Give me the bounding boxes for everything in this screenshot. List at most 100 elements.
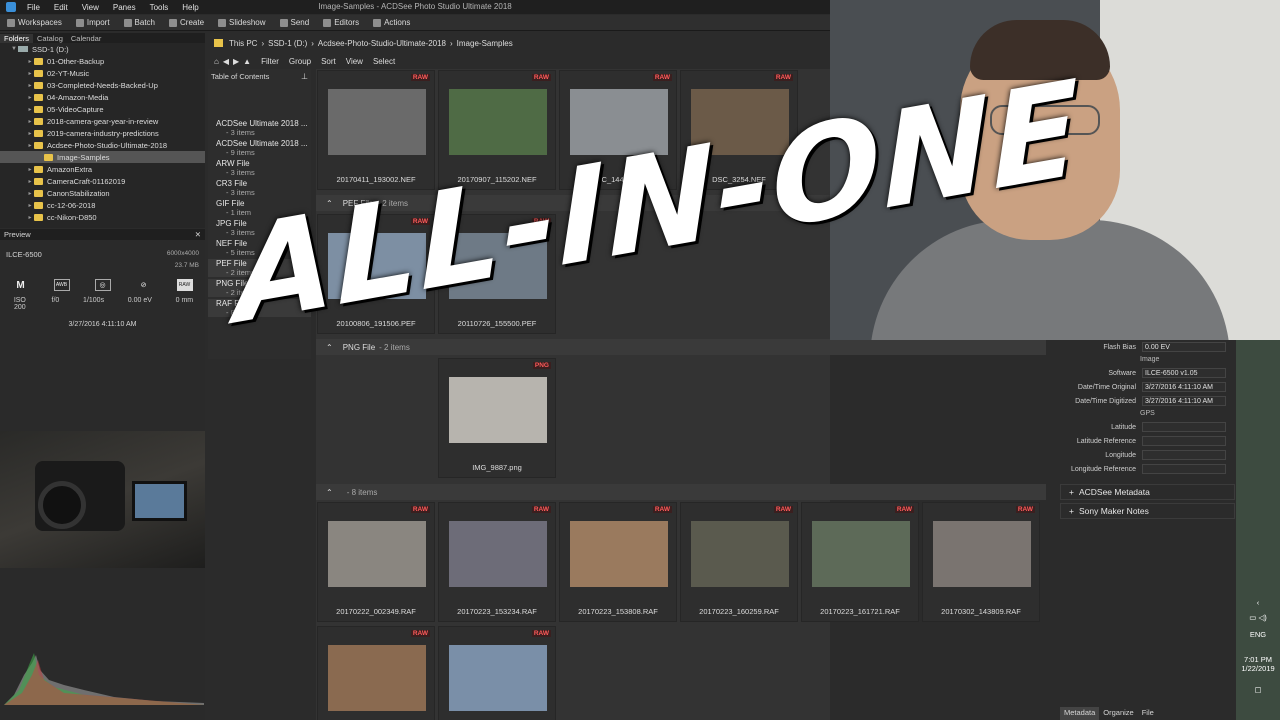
tab-catalog[interactable]: Catalog <box>33 34 67 43</box>
folder-tree-item[interactable]: ▸ 05-VideoCapture <box>0 103 205 115</box>
collapse-icon[interactable]: ⌃ <box>326 343 333 352</box>
thumbnail-image <box>570 521 668 587</box>
metadata-value-field[interactable]: 3/27/2016 4:11:10 AM <box>1142 382 1226 392</box>
group-menu[interactable]: Group <box>289 57 311 66</box>
group-header-png[interactable]: ⌃ PNG File - 2 items <box>316 339 1046 355</box>
metadata-label: Flash Bias <box>1103 343 1136 351</box>
tab-file[interactable]: File <box>1138 707 1158 720</box>
metadata-value-field[interactable]: 3/27/2016 4:11:10 AM <box>1142 396 1226 406</box>
thumbnail[interactable]: RAW <box>438 626 556 720</box>
breadcrumb-this-pc[interactable]: This PC <box>229 39 257 48</box>
expand-icon[interactable]: ▸ <box>26 82 34 89</box>
expand-icon[interactable]: ▸ <box>26 118 34 125</box>
editors-button[interactable]: Editors <box>316 18 366 27</box>
thumbnail[interactable]: RAW 20170223_153808.RAF <box>559 502 677 622</box>
thumbnail[interactable]: RAW 20170222_002349.RAF <box>317 502 435 622</box>
actions-button[interactable]: Actions <box>366 18 417 27</box>
breadcrumb-folder[interactable]: Acdsee-Photo-Studio-Ultimate-2018 <box>318 39 446 48</box>
expand-icon[interactable]: ▸ <box>26 58 34 65</box>
tab-calendar[interactable]: Calendar <box>67 34 105 43</box>
tab-organize[interactable]: Organize <box>1099 707 1137 720</box>
batch-button[interactable]: Batch <box>117 18 162 27</box>
thumbnail[interactable]: RAW <box>317 626 435 720</box>
expand-icon[interactable]: ▸ <box>26 94 34 101</box>
metadata-value-field[interactable] <box>1142 422 1226 432</box>
slideshow-button[interactable]: Slideshow <box>211 18 272 27</box>
breadcrumb-drive[interactable]: SSD-1 (D:) <box>268 39 307 48</box>
folder-tree-item[interactable]: ▸ 2018-camera-gear-year-in-review <box>0 115 205 127</box>
preview-dimensions: 6000x4000 <box>166 250 199 257</box>
breadcrumb-current[interactable]: Image-Samples <box>457 39 513 48</box>
folder-tree-item[interactable]: ▸ 02-YT-Music <box>0 67 205 79</box>
filter-menu[interactable]: Filter <box>261 57 279 66</box>
expand-icon[interactable]: ▸ <box>26 202 34 209</box>
folder-icon <box>34 141 43 149</box>
import-button[interactable]: Import <box>69 18 117 27</box>
notification-icon[interactable]: ▢ <box>1236 685 1280 694</box>
toc-item-name: CR3 File <box>216 179 248 188</box>
metadata-value-field[interactable] <box>1142 464 1226 474</box>
folder-tree-item[interactable]: ▸ cc-12-06-2018 <box>0 199 205 211</box>
folder-tree-item[interactable]: ▸ AmazonExtra <box>0 163 205 175</box>
expand-icon[interactable]: ▸ <box>26 130 34 137</box>
language-indicator[interactable]: ENG <box>1236 630 1280 639</box>
pin-icon[interactable]: ⊥ <box>301 72 308 81</box>
thumbnail[interactable]: RAW 20170223_160259.RAF <box>680 502 798 622</box>
back-icon[interactable]: ◀ <box>223 57 229 66</box>
tab-folders[interactable]: Folders <box>0 33 34 43</box>
toc-item[interactable]: ARW File - 3 items <box>208 159 311 177</box>
folder-tree-item[interactable]: ▸ CameraCraft-01162019 <box>0 175 205 187</box>
expand-icon[interactable]: ▸ <box>26 178 34 185</box>
metadata-row: Flash Bias 0.00 EV <box>1060 340 1235 354</box>
expand-icon[interactable]: ▸ <box>26 106 34 113</box>
expand-icon[interactable]: ▸ <box>26 166 34 173</box>
white-balance-icon: AWB <box>53 279 70 291</box>
forward-icon[interactable]: ▶ <box>233 57 239 66</box>
metadata-value-field[interactable]: 0.00 EV <box>1142 342 1226 352</box>
workspaces-button[interactable]: Workspaces <box>0 18 69 27</box>
metadata-value-field[interactable] <box>1142 436 1226 446</box>
thumbnail[interactable]: RAW 20170223_153234.RAF <box>438 502 556 622</box>
select-menu[interactable]: Select <box>373 57 395 66</box>
home-icon[interactable]: ⌂ <box>214 57 219 66</box>
tree-drive[interactable]: ▼ SSD-1 (D:) <box>0 43 205 55</box>
expand-icon[interactable]: ▸ <box>26 142 34 149</box>
metadata-value-field[interactable] <box>1142 450 1226 460</box>
section-acdsee-metadata[interactable]: + ACDSee Metadata <box>1060 484 1235 500</box>
up-icon[interactable]: ▲ <box>243 57 251 66</box>
breadcrumb-sep: › <box>450 38 453 48</box>
folder-tree-item[interactable]: ▸ 2019-camera-industry-predictions <box>0 127 205 139</box>
network-volume-icon[interactable]: ▭ ◁) <box>1236 613 1280 622</box>
chevron-left-icon[interactable]: ‹ <box>1236 598 1280 607</box>
view-menu[interactable]: View <box>346 57 363 66</box>
folder-tree-item[interactable]: ▸ 03-Completed-Needs-Backed-Up <box>0 79 205 91</box>
workspaces-label: Workspaces <box>18 18 62 27</box>
expand-icon[interactable]: ▸ <box>26 70 34 77</box>
folder-tree-item[interactable]: Image-Samples <box>0 151 205 163</box>
thumbnail[interactable]: RAW 20170223_161721.RAF <box>801 502 919 622</box>
thumbnail[interactable]: RAW 20170302_143809.RAF <box>922 502 1040 622</box>
toc-item[interactable]: ACDSee Ultimate 2018 ... - 9 items <box>208 139 311 157</box>
folder-icon <box>34 81 43 89</box>
collapse-icon[interactable]: ▼ <box>10 46 18 52</box>
collapse-icon[interactable]: ⌃ <box>326 488 333 497</box>
toc-item[interactable]: ACDSee Ultimate 2018 ... - 3 items <box>208 119 311 137</box>
folder-tree-item[interactable]: ▸ Acdsee-Photo-Studio-Ultimate-2018 <box>0 139 205 151</box>
close-icon[interactable]: ✕ <box>195 230 201 239</box>
folder-tree-item[interactable]: ▸ 01-Other-Backup <box>0 55 205 67</box>
folder-tree-item[interactable]: ▸ cc-Nikon-D850 <box>0 211 205 223</box>
thumbnail[interactable]: PNG IMG_9887.png <box>438 358 556 478</box>
folder-tree-item[interactable]: ▸ 04-Amazon-Media <box>0 91 205 103</box>
send-button[interactable]: Send <box>273 18 317 27</box>
sort-menu[interactable]: Sort <box>321 57 336 66</box>
group-header-raf[interactable]: ⌃ - 8 items <box>316 484 1046 500</box>
expand-icon[interactable]: ▸ <box>26 214 34 221</box>
clock-time[interactable]: 7:01 PM <box>1236 655 1280 664</box>
clock-date[interactable]: 1/22/2019 <box>1236 664 1280 673</box>
create-button[interactable]: Create <box>162 18 211 27</box>
section-sony-maker-notes[interactable]: + Sony Maker Notes <box>1060 503 1235 519</box>
expand-icon[interactable]: ▸ <box>26 190 34 197</box>
tab-metadata[interactable]: Metadata <box>1060 707 1100 720</box>
folder-tree-item[interactable]: ▸ CanonStabilization <box>0 187 205 199</box>
metadata-value-field[interactable]: ILCE-6500 v1.05 <box>1142 368 1226 378</box>
